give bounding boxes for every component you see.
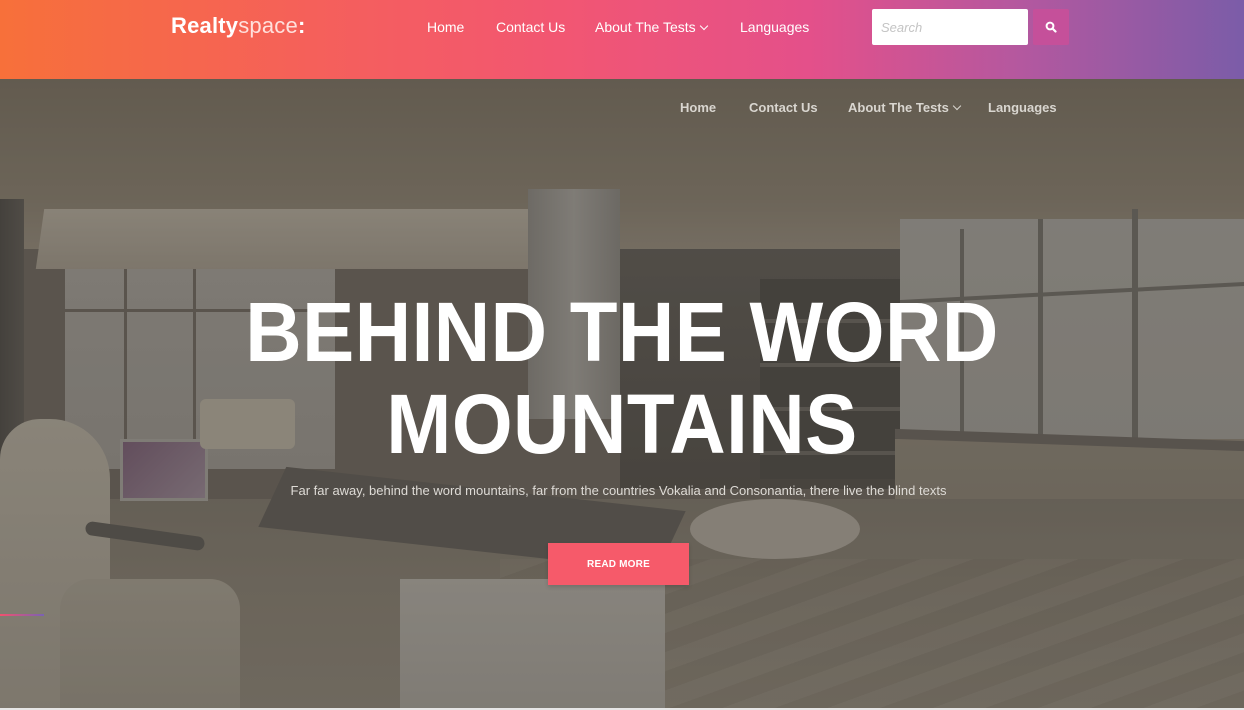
hero-slider: Home Contact Us About The Tests Language… [0,79,1244,708]
hero-nav-home-label: Home [680,100,717,115]
brand-suffix: : [297,13,306,38]
search-icon [1045,21,1057,33]
chevron-down-icon [952,101,962,111]
hero-nav-about-the-tests[interactable]: About The Tests [848,100,962,116]
brand-name-light: space [238,13,298,38]
nav-about-the-tests[interactable]: About The Tests [595,18,708,36]
nav-languages-label: Languages [740,19,810,35]
hero-nav-contact-us-label: Contact Us [749,100,818,115]
search-input[interactable] [872,9,1028,45]
hero-title-line-1: BEHIND THE WORD [245,285,999,379]
hero-nav-languages[interactable]: Languages [988,100,1057,116]
brand-name-bold: Realty [171,13,239,38]
chevron-down-icon [699,21,708,31]
hero-title-line-2: MOUNTAINS [386,377,858,471]
nav-contact-us-label: Contact Us [496,19,566,35]
nav-home-label: Home [427,19,465,35]
slide-progress-bar [0,614,44,616]
nav-contact-us[interactable]: Contact Us [496,18,565,36]
hero-nav-home[interactable]: Home [680,100,716,116]
read-more-button[interactable]: READ MORE [548,543,689,585]
nav-languages[interactable]: Languages [740,18,809,36]
hero-nav-languages-label: Languages [988,100,1057,115]
nav-about-the-tests-label: About The Tests [595,19,696,35]
hero-nav-contact-us[interactable]: Contact Us [749,100,818,116]
brand-logo[interactable]: Realtyspace: [171,12,305,40]
site-header: Realtyspace: Home Contact Us About The T… [0,0,1244,79]
hero-subtitle: Far far away, behind the word mountains,… [290,483,947,498]
nav-home[interactable]: Home [427,18,464,36]
search-button[interactable] [1033,9,1069,45]
hero-nav-about-the-tests-label: About The Tests [848,100,949,115]
hero-title: BEHIND THE WORD MOUNTAINS [44,286,1201,470]
